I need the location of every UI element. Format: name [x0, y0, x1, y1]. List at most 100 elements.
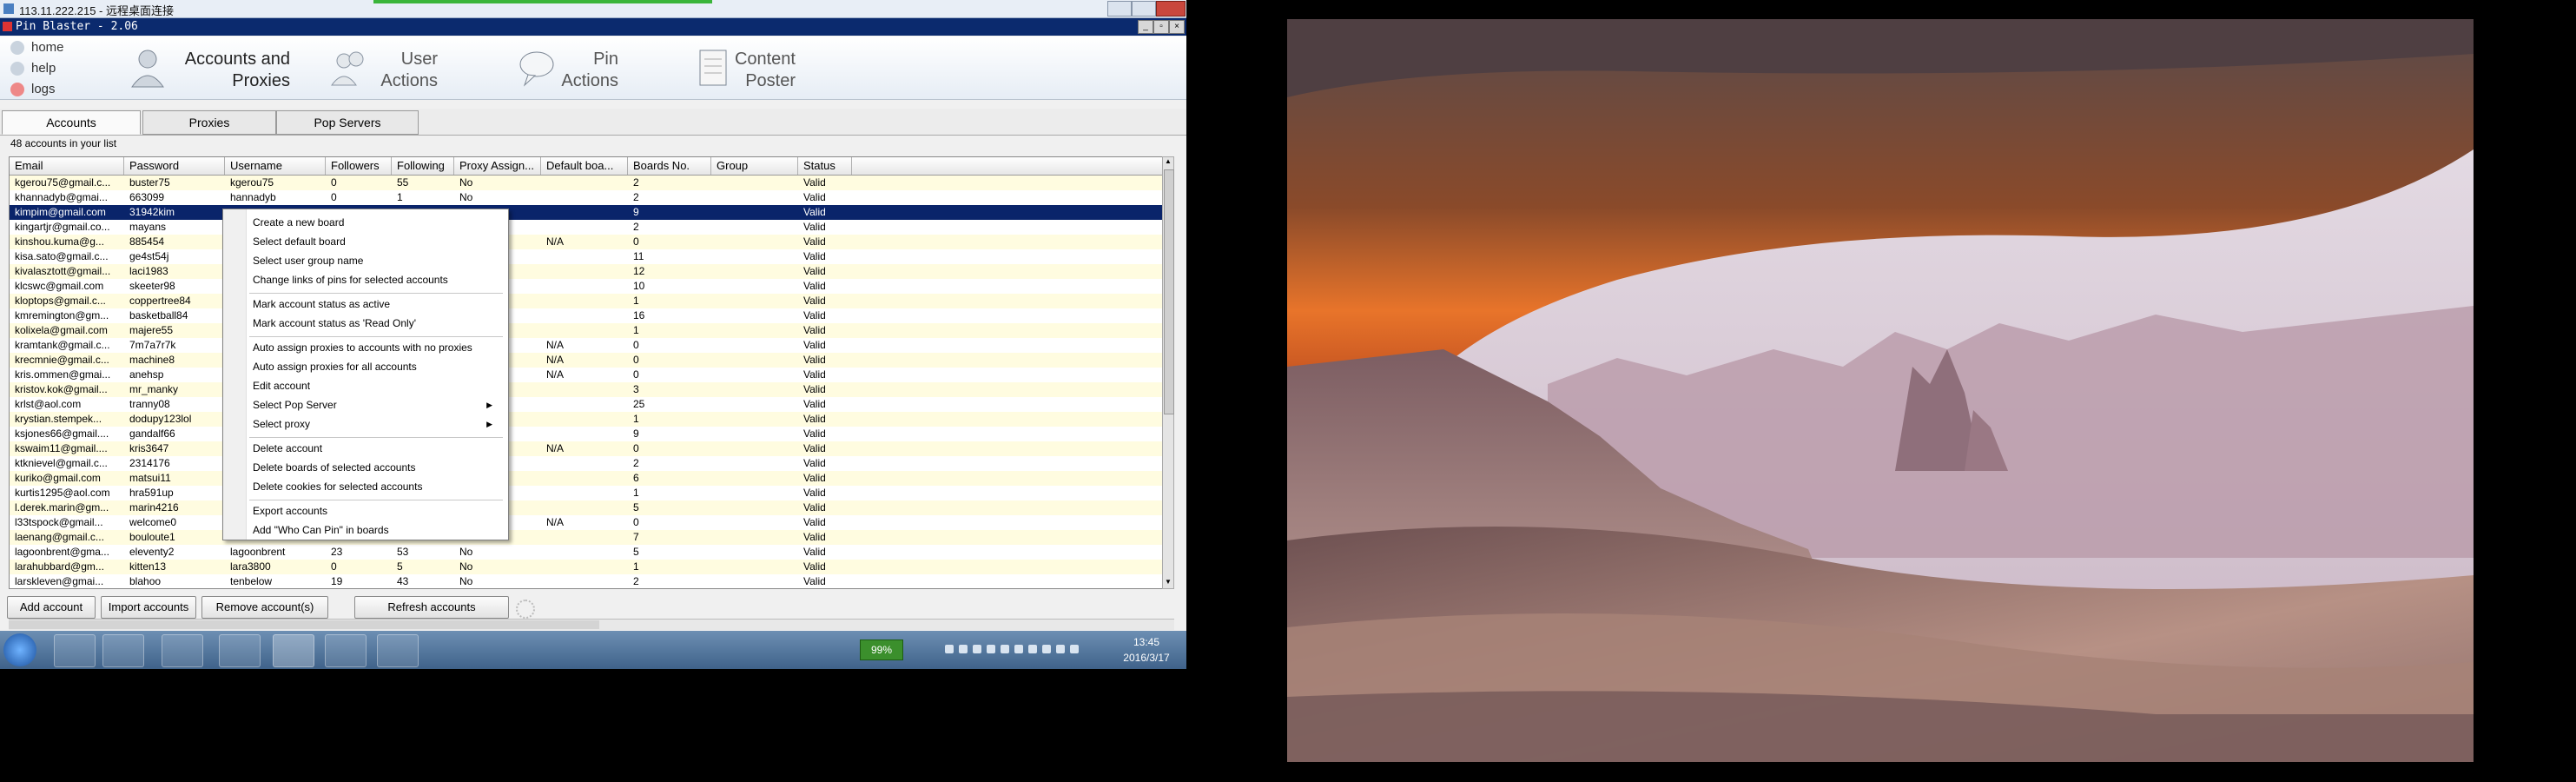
table-row[interactable]: kramtank@gmail.c... 7m7a7r7k N/A 0 Valid: [10, 338, 1163, 353]
refresh-accounts-button[interactable]: Refresh accounts: [354, 596, 509, 619]
volume-icon[interactable]: [1070, 645, 1079, 653]
context-menu-item[interactable]: Mark account status as 'Read Only': [253, 315, 501, 331]
table-row[interactable]: kris.ommen@gmai... anehsp N/A 0 Valid: [10, 368, 1163, 382]
context-menu-item[interactable]: Create a new board: [253, 215, 501, 230]
pin-blaster-taskbar-icon[interactable]: [273, 634, 314, 667]
add-account-button[interactable]: Add account: [7, 596, 96, 619]
context-menu-item[interactable]: Export accounts: [253, 503, 501, 519]
context-menu-item[interactable]: Select user group name: [253, 253, 501, 268]
table-row[interactable]: kmremington@gm... basketball84 16 Valid: [10, 308, 1163, 323]
table-row[interactable]: kuriko@gmail.com matsui11 6 Valid: [10, 471, 1163, 486]
table-row[interactable]: kurtis1295@aol.com hra591up 1 Valid: [10, 486, 1163, 500]
table-row[interactable]: l33tspock@gmail... welcome0 N/A 0 Valid: [10, 515, 1163, 530]
table-row[interactable]: kimpim@gmail.com 31942kim 9 Valid: [10, 205, 1163, 220]
table-row[interactable]: krlst@aol.com tranny08 25 Valid: [10, 397, 1163, 412]
restore-icon[interactable]: [1132, 1, 1156, 17]
context-menu-item[interactable]: Add "Who Can Pin" in boards: [253, 522, 501, 538]
remove-accounts-button[interactable]: Remove account(s): [201, 596, 328, 619]
context-menu-item[interactable]: Auto assign proxies to accounts with no …: [253, 340, 501, 355]
table-row[interactable]: kswaim11@gmail.... kris3647 N/A 0 Valid: [10, 441, 1163, 456]
table-row[interactable]: krecmnie@gmail.c... machine8 N/A 0 Valid: [10, 353, 1163, 368]
table-row[interactable]: klcswc@gmail.com skeeter98 10 Valid: [10, 279, 1163, 294]
side-link-logs[interactable]: logs: [10, 82, 56, 97]
app-close-icon[interactable]: ×: [1169, 20, 1185, 34]
table-row[interactable]: krystian.stempek... dodupy123lol 1 Valid: [10, 412, 1163, 427]
context-menu-item[interactable]: Delete account: [253, 441, 501, 456]
start-button-icon[interactable]: [3, 633, 36, 666]
context-menu-item[interactable]: Select proxy ▶: [253, 416, 501, 432]
table-row[interactable]: ksjones66@gmail.... gandalf66 9 Valid: [10, 427, 1163, 441]
scroll-thumb[interactable]: [1164, 169, 1174, 414]
context-menu-item[interactable]: Change links of pins for selected accoun…: [253, 272, 501, 288]
app-minimize-icon[interactable]: _: [1138, 20, 1153, 34]
table-vertical-scrollbar[interactable]: ▲ ▼: [1162, 156, 1174, 589]
column-header[interactable]: Email: [10, 157, 124, 175]
tray-icon[interactable]: [1056, 645, 1065, 653]
column-header[interactable]: Default boa...: [541, 157, 628, 175]
table-row[interactable]: kingartjr@gmail.co... mayans 2 Valid: [10, 220, 1163, 235]
context-menu-item[interactable]: Delete boards of selected accounts: [253, 460, 501, 475]
clock[interactable]: 13:45 2016/3/17: [1116, 634, 1177, 666]
tab-pop-servers[interactable]: Pop Servers: [276, 110, 419, 135]
table-row[interactable]: khannadyb@gmai... 663099 hannadyb 0 1 No 2 Vali…: [10, 190, 1163, 205]
tab-proxies[interactable]: Proxies: [142, 110, 276, 135]
scroll-down-icon[interactable]: ▼: [1163, 578, 1173, 588]
table-row[interactable]: kisa.sato@gmail.c... ge4st54j 11 Valid: [10, 249, 1163, 264]
scroll-up-icon[interactable]: ▲: [1163, 157, 1173, 168]
tray-icon[interactable]: [973, 645, 981, 653]
app-restore-icon[interactable]: ▫: [1153, 20, 1169, 34]
tray-icon[interactable]: [1001, 645, 1009, 653]
column-header[interactable]: Password: [124, 157, 225, 175]
table-row[interactable]: kolixela@gmail.com majere55 1 Valid: [10, 323, 1163, 338]
table-row[interactable]: lagoonbrent@gma... eleventy2 lagoonbrent 23…: [10, 545, 1163, 560]
table-row[interactable]: kloptops@gmail.c... coppertree84 1 Valid: [10, 294, 1163, 308]
table-row[interactable]: larahubbard@gm... kitten13 lara3800 0 5 No 1 Va…: [10, 560, 1163, 574]
network-app-icon[interactable]: [325, 634, 367, 667]
nav-pin-actions[interactable]: Pin Actions: [518, 43, 631, 96]
context-menu-item[interactable]: Select Pop Server ▶: [253, 397, 501, 413]
minimize-icon[interactable]: [1107, 1, 1132, 17]
table-row[interactable]: l.derek.marin@gm... marin4216 5 Valid: [10, 500, 1163, 515]
column-header[interactable]: Group: [711, 157, 798, 175]
tray-icon[interactable]: [1014, 645, 1023, 653]
column-header[interactable]: Proxy Assign...: [454, 157, 541, 175]
column-header[interactable]: Status: [798, 157, 852, 175]
context-menu-item[interactable]: Select default board: [253, 234, 501, 249]
tray-icon[interactable]: [945, 645, 954, 653]
column-header[interactable]: Username: [225, 157, 326, 175]
table-row[interactable]: kinshou.kuma@g... 885454 N/A 0 Valid: [10, 235, 1163, 249]
import-accounts-button[interactable]: Import accounts: [101, 596, 196, 619]
context-menu-item[interactable]: Auto assign proxies for all accounts: [253, 359, 501, 374]
battery-indicator[interactable]: 99%: [860, 640, 903, 660]
tray-icon[interactable]: [1042, 645, 1051, 653]
nav-user-actions[interactable]: User Actions: [330, 43, 443, 96]
column-header[interactable]: Following: [392, 157, 454, 175]
tray-icon[interactable]: [1028, 645, 1037, 653]
settings-app-icon[interactable]: [377, 634, 419, 667]
media-app-icon[interactable]: [102, 634, 144, 667]
column-header[interactable]: Followers: [326, 157, 392, 175]
column-header[interactable]: Boards No.: [628, 157, 711, 175]
table-row[interactable]: kivalasztott@gmail... laci1983 12 Valid: [10, 264, 1163, 279]
close-icon[interactable]: [1156, 1, 1186, 17]
nav-content-poster[interactable]: Content Poster: [695, 43, 808, 96]
tab-accounts[interactable]: Accounts: [2, 110, 141, 135]
chrome-icon[interactable]: [162, 634, 203, 667]
side-link-home[interactable]: home: [10, 40, 64, 56]
table-row[interactable]: laenang@gmail.c... bouloute1 7 Valid: [10, 530, 1163, 545]
side-link-help[interactable]: help: [10, 61, 56, 76]
table-row[interactable]: larskleven@gmai... blahoo tenbelow 19 43 No 2 V…: [10, 574, 1163, 588]
table-row[interactable]: ktknievel@gmail.c... 2314176 2 Valid: [10, 456, 1163, 471]
horizontal-scrollbar[interactable]: [9, 619, 1174, 630]
context-menu-item[interactable]: Delete cookies for selected accounts: [253, 479, 501, 494]
table-row[interactable]: kgerou75@gmail.c... buster75 kgerou75 0 55 No…: [10, 176, 1163, 190]
table-row[interactable]: kristov.kok@gmail... mr_manky 3 Valid: [10, 382, 1163, 397]
context-menu-item[interactable]: Edit account: [253, 378, 501, 394]
context-menu-item[interactable]: Mark account status as active: [253, 296, 501, 312]
file-explorer-icon[interactable]: [54, 634, 96, 667]
hscroll-thumb[interactable]: [9, 620, 599, 629]
tray-icon[interactable]: [987, 645, 995, 653]
nav-accounts-and-proxies[interactable]: Accounts and Proxies: [129, 43, 294, 96]
tool-app-icon[interactable]: [219, 634, 261, 667]
tray-icon[interactable]: [959, 645, 968, 653]
